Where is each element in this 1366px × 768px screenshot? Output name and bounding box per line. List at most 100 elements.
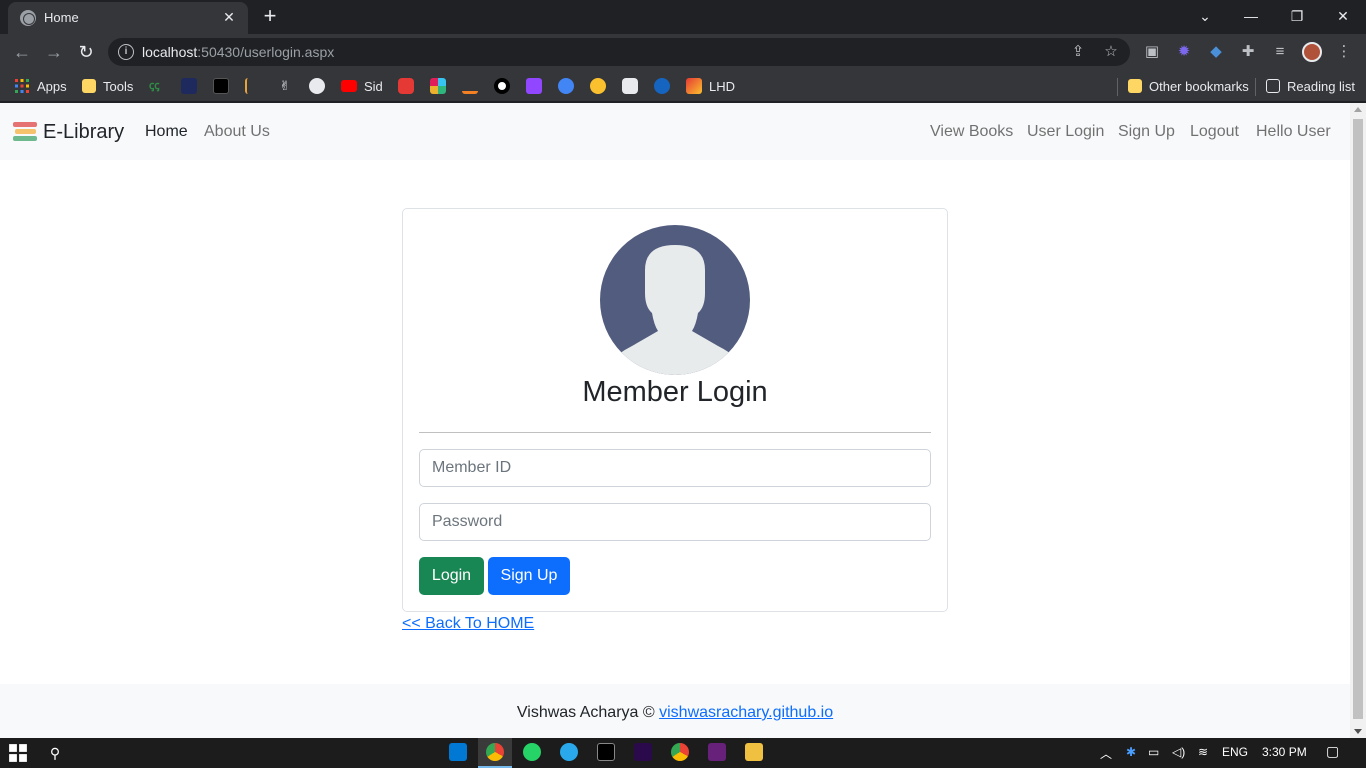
scroll-up-icon[interactable] xyxy=(1354,107,1362,112)
bookmark-lhd[interactable]: LHD xyxy=(686,77,735,95)
battery-icon[interactable]: ▭ xyxy=(1148,745,1159,759)
bookmark-tools-label: Tools xyxy=(103,78,134,94)
geeksforgeeks-icon[interactable]: ꞔꞔ xyxy=(149,78,165,94)
bookmark-sid[interactable]: Sid xyxy=(341,77,383,95)
nav-hello-user[interactable]: Hello User xyxy=(1256,123,1331,141)
bookmark-apps[interactable]: Apps xyxy=(14,77,67,95)
github-icon[interactable] xyxy=(309,78,325,94)
chrome-icon[interactable] xyxy=(486,743,504,761)
user-avatar-icon xyxy=(600,225,750,375)
books-logo-icon xyxy=(12,119,38,145)
globe-icon xyxy=(20,10,36,26)
bookmark-apps-label: Apps xyxy=(37,78,67,94)
bookmark-star-icon[interactable]: ☆ xyxy=(1103,44,1119,60)
file-explorer-icon[interactable] xyxy=(745,743,763,761)
login-button[interactable]: Login xyxy=(419,557,484,595)
nav-about-us[interactable]: About Us xyxy=(204,123,270,141)
extensions-puzzle-icon[interactable]: ✚ xyxy=(1238,42,1258,62)
windows-taskbar: ⚲ ︿ ✱ ▭ ◁) ≋ ENG 3:30 PM ▢ xyxy=(0,738,1366,768)
close-window-button[interactable]: ✕ xyxy=(1320,0,1366,32)
premiere-icon[interactable] xyxy=(634,743,652,761)
nav-home[interactable]: Home xyxy=(145,123,188,141)
minimize-button[interactable]: — xyxy=(1228,0,1274,32)
back-to-home-link[interactable]: << Back To HOME xyxy=(402,615,534,633)
extension-gear-icon[interactable]: ✹ xyxy=(1174,42,1194,62)
member-login-title: Member Login xyxy=(582,376,768,408)
vscode-icon[interactable] xyxy=(449,743,467,761)
sidebar-icon[interactable]: ▣ xyxy=(1142,42,1162,62)
profile-avatar[interactable] xyxy=(1302,42,1322,62)
nav-logout[interactable]: Logout xyxy=(1190,123,1239,141)
bookmark-sid-label: Sid xyxy=(364,78,383,94)
new-tab-button[interactable]: + xyxy=(258,4,282,28)
bookmark-other[interactable]: Other bookmarks xyxy=(1128,77,1249,95)
bookmarks-separator xyxy=(1255,78,1256,96)
nav-sign-up[interactable]: Sign Up xyxy=(1118,123,1175,141)
volume-icon[interactable]: ◁) xyxy=(1172,745,1185,759)
password-input[interactable] xyxy=(419,503,931,541)
telegram-icon[interactable] xyxy=(560,743,578,761)
chrome-alt-icon[interactable] xyxy=(671,743,689,761)
bookmark-tools[interactable]: Tools xyxy=(82,77,133,95)
wifi-icon[interactable]: ≋ xyxy=(1198,745,1208,759)
tab-home[interactable]: Home ✕ xyxy=(8,2,248,34)
apps-grid-icon xyxy=(15,79,29,93)
site-info-icon[interactable]: i xyxy=(118,44,134,60)
stackoverflow-icon[interactable] xyxy=(462,78,478,94)
brand-name: E-Library xyxy=(43,120,125,143)
reading-list-icon xyxy=(1266,79,1280,93)
site-footer: Vishwas Acharya © vishwasrachary.github.… xyxy=(0,684,1350,738)
language-indicator[interactable]: ENG xyxy=(1222,745,1248,759)
bookmark-robot-icon[interactable] xyxy=(622,78,638,94)
whatsapp-icon[interactable] xyxy=(523,743,541,761)
bookmark-chat-icon[interactable] xyxy=(558,78,574,94)
clock-time[interactable]: 3:30 PM xyxy=(1262,745,1307,759)
menu-kebab-icon[interactable]: ⋮ xyxy=(1334,42,1354,62)
extension-python-icon[interactable]: ◆ xyxy=(1206,42,1226,62)
windows-start-icon[interactable] xyxy=(8,743,28,763)
bookmark-arrow-icon[interactable] xyxy=(245,78,261,94)
navbar-brand[interactable]: E-Library xyxy=(12,119,124,145)
bookmark-coin-icon[interactable] xyxy=(590,78,606,94)
visual-studio-icon[interactable] xyxy=(708,743,726,761)
bookmark-circle-icon[interactable] xyxy=(494,78,510,94)
page-scrollbar[interactable] xyxy=(1350,103,1366,738)
twitch-icon[interactable] xyxy=(526,78,542,94)
hackerrank-icon[interactable] xyxy=(213,78,229,94)
footer-link[interactable]: vishwasrachary.github.io xyxy=(659,704,833,721)
slack-icon[interactable] xyxy=(430,78,446,94)
notifications-icon[interactable]: ▢ xyxy=(1326,743,1339,760)
scrollbar-thumb[interactable] xyxy=(1353,119,1363,719)
folder-icon xyxy=(1128,79,1142,93)
search-icon[interactable]: ⚲ xyxy=(45,743,65,763)
bookmark-bird-icon[interactable] xyxy=(654,78,670,94)
bookmarks-bar: Apps Tools ꞔꞔ ✌ Sid LHD Other bookmarks … xyxy=(0,70,1366,102)
member-id-input[interactable] xyxy=(419,449,931,487)
back-button[interactable]: ← xyxy=(10,40,34,64)
bluetooth-icon[interactable]: ✱ xyxy=(1126,745,1136,759)
signup-button[interactable]: Sign Up xyxy=(488,557,570,595)
page-viewport: E-Library Home About Us View Books User … xyxy=(0,103,1350,738)
card-divider xyxy=(419,432,931,433)
tab-close-icon[interactable]: ✕ xyxy=(220,8,238,26)
tab-search-button[interactable]: ⌄ xyxy=(1182,0,1228,32)
nav-user-login[interactable]: User Login xyxy=(1027,123,1104,141)
restore-button[interactable]: ❐ xyxy=(1274,0,1320,32)
scroll-down-icon[interactable] xyxy=(1354,729,1362,734)
forward-button[interactable]: → xyxy=(42,40,66,64)
tab-title: Home xyxy=(44,10,79,25)
share-icon[interactable]: ⇪ xyxy=(1070,44,1086,60)
tray-chevron-icon[interactable]: ︿ xyxy=(1100,745,1112,762)
intellij-icon[interactable] xyxy=(597,743,615,761)
bookmark-peace-icon[interactable]: ✌ xyxy=(277,78,293,94)
nav-view-books[interactable]: View Books xyxy=(930,123,1013,141)
bookmarks-separator xyxy=(1117,78,1118,96)
reading-list-button[interactable]: Reading list xyxy=(1266,77,1355,95)
reload-button[interactable]: ↻ xyxy=(74,40,98,64)
address-bar[interactable]: i localhost:50430/userlogin.aspx ⇪ ☆ xyxy=(108,38,1130,66)
gmail-icon[interactable] xyxy=(398,78,414,94)
lhd-icon xyxy=(686,78,702,94)
media-control-icon[interactable]: ≡ xyxy=(1270,42,1290,62)
url-text[interactable]: localhost:50430/userlogin.aspx xyxy=(142,44,334,60)
bookmark-dark-icon[interactable] xyxy=(181,78,197,94)
